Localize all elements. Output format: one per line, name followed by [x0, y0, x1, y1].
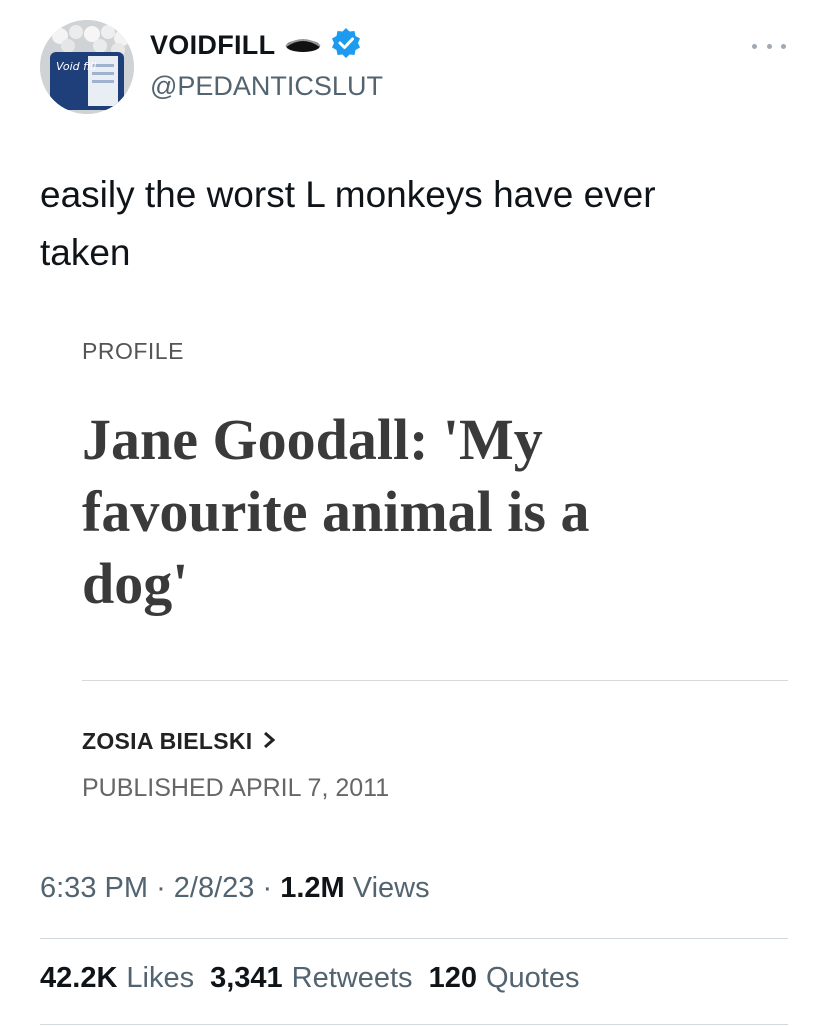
avatar[interactable]: Void fill [40, 20, 134, 114]
headline-line: favourite animal is a [82, 479, 590, 544]
likes-stat[interactable]: 42.2K Likes [40, 962, 194, 995]
tweet-meta: 6:33 PM · 2/8/23 · 1.2M Views [40, 872, 430, 905]
tweet-time[interactable]: 6:33 PM [40, 872, 148, 904]
divider [40, 1024, 788, 1025]
article-kicker: PROFILE [82, 338, 184, 364]
retweets-count: 3,341 [210, 962, 283, 994]
verified-badge-icon [331, 28, 361, 63]
embedded-article-screenshot: PROFILE Jane Goodall: 'My favourite anim… [82, 338, 788, 616]
headline-line: Jane Goodall: 'My [82, 407, 543, 472]
quotes-label: Quotes [485, 962, 580, 994]
tweet-text: easily the worst L monkeys have ever tak… [40, 166, 800, 282]
article-author: ZOSIA BIELSKI [82, 728, 276, 755]
quotes-stat[interactable]: 120 Quotes [429, 962, 580, 995]
likes-count: 42.2K [40, 962, 118, 994]
engagement-stats: 42.2K Likes 3,341 Retweets 120 Quotes [40, 962, 579, 995]
tweet-date[interactable]: 2/8/23 [174, 872, 255, 904]
separator: · [156, 872, 166, 904]
dot [781, 43, 786, 49]
chevron-right-icon [262, 728, 276, 755]
headline-line: dog' [82, 551, 189, 616]
article-divider [82, 680, 788, 681]
user-handle[interactable]: @PEDANTICSLUT [150, 71, 383, 102]
views-count: 1.2M [280, 872, 345, 904]
separator: · [262, 872, 273, 904]
quotes-count: 120 [428, 962, 477, 994]
more-options-icon[interactable] [752, 36, 786, 56]
retweets-stat[interactable]: 3,341 Retweets [210, 962, 412, 995]
dot [752, 43, 757, 49]
tweet-text-line: easily the worst L monkeys have ever [40, 174, 656, 215]
article-published-date: PUBLISHED APRIL 7, 2011 [82, 774, 390, 802]
views-label: Views [352, 872, 430, 904]
article-headline: Jane Goodall: 'My favourite animal is a … [82, 404, 782, 620]
article-author-name: ZOSIA BIELSKI [82, 728, 253, 754]
tweet-text-line: taken [40, 232, 131, 273]
avatar-brand-text: Void fill [56, 60, 96, 73]
dot [766, 43, 772, 49]
hole-emoji-icon [283, 31, 323, 60]
author-name-row[interactable]: VOIDFILL [150, 28, 361, 63]
retweets-label: Retweets [291, 962, 413, 994]
likes-label: Likes [126, 962, 195, 994]
divider [40, 938, 788, 939]
display-name[interactable]: VOIDFILL [150, 30, 275, 61]
